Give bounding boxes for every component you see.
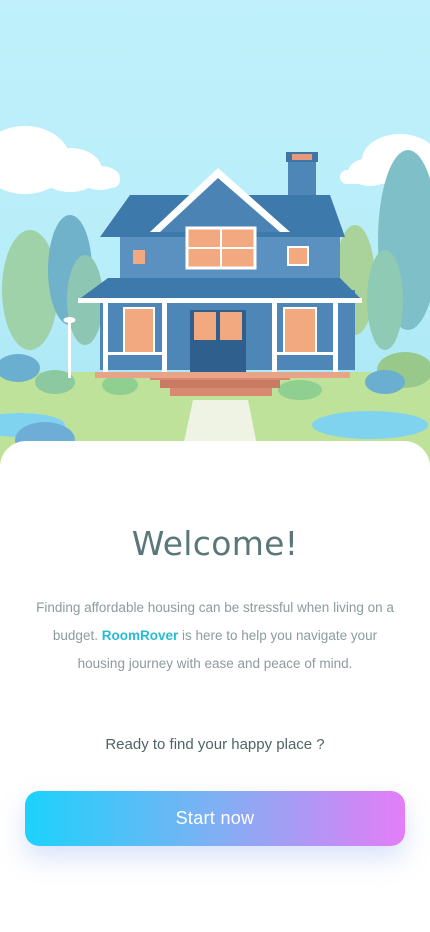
brand-name: RoomRover [101,628,179,643]
onboarding-screen: Welcome! Finding affordable housing can … [0,0,430,932]
page-title: Welcome! [131,524,299,563]
house-illustration [0,0,430,470]
cloud-left [0,126,120,194]
intro-text: Finding affordable housing can be stress… [30,594,400,678]
house [78,152,362,396]
pond-right [312,411,428,439]
content-card [0,441,430,932]
lamp-post [68,318,71,378]
start-now-button[interactable]: Start now [25,791,405,846]
call-to-action-text: Ready to find your happy place ? [105,736,325,753]
